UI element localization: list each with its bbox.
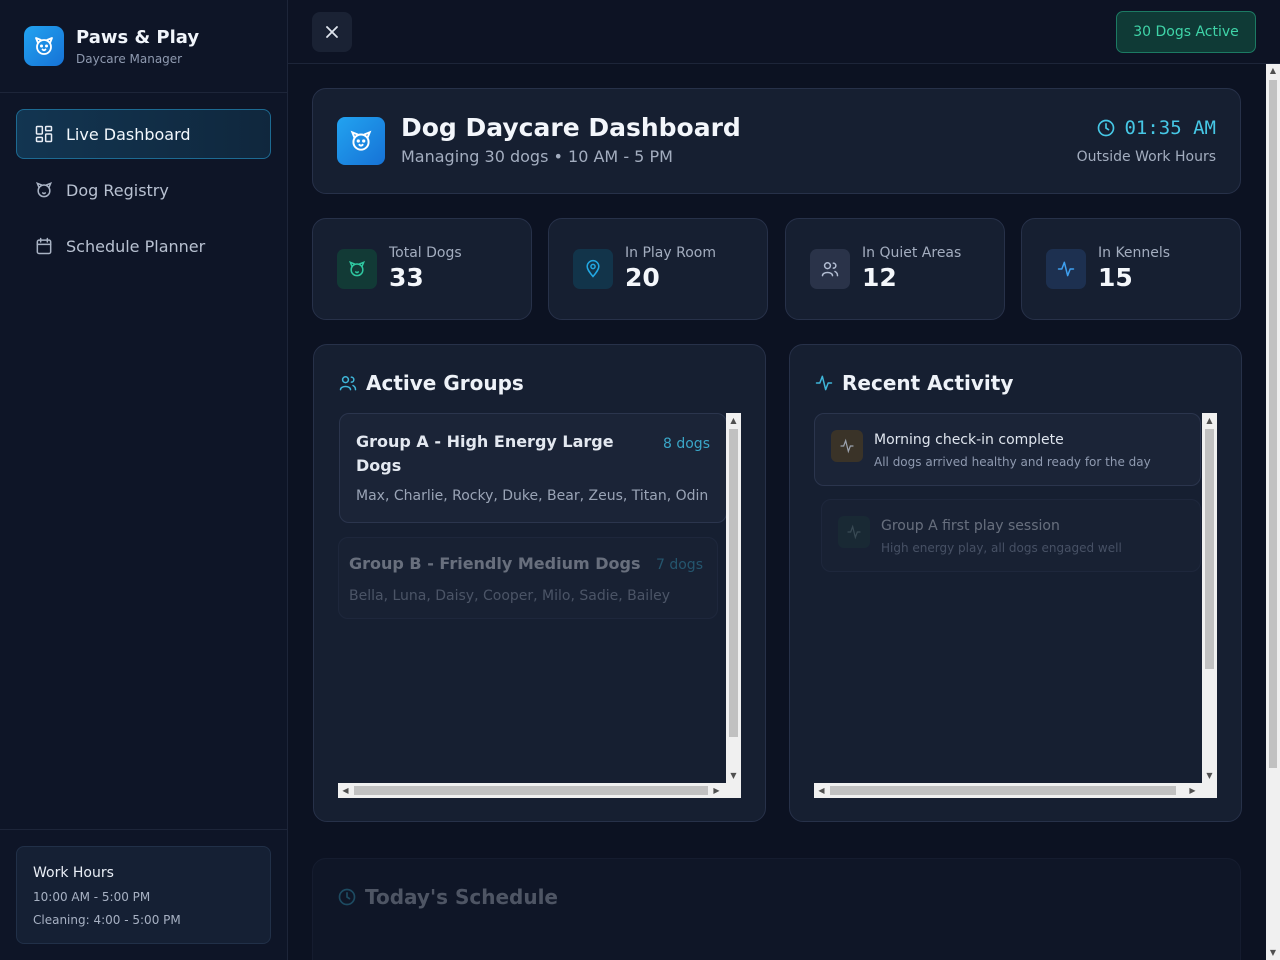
panel-title: Active Groups [366, 371, 524, 395]
scroll-right-arrow-icon[interactable]: ▶ [1185, 783, 1200, 798]
sidebar-item-label: Dog Registry [66, 180, 169, 200]
topbar: 30 Dogs Active [288, 0, 1280, 64]
calendar-icon [36, 237, 52, 255]
brand: Paws & Play Daycare Manager [0, 0, 287, 93]
vertical-scrollbar[interactable]: ▲ ▼ [726, 413, 741, 783]
scrollbar-thumb[interactable] [1205, 429, 1214, 669]
activity-item: Group A first play session High energy p… [821, 499, 1201, 572]
activity-icon [838, 516, 870, 548]
page-title: Dog Daycare Dashboard [401, 113, 741, 142]
activity-icon [815, 375, 833, 391]
scroll-up-arrow-icon[interactable]: ▲ [1266, 64, 1280, 78]
dog-icon [337, 249, 377, 289]
work-status: Outside Work Hours [1076, 149, 1216, 165]
close-button[interactable] [312, 12, 352, 52]
close-icon [326, 26, 338, 38]
activity-icon [1046, 249, 1086, 289]
dashboard-header-card: Dog Daycare Dashboard Managing 30 dogs •… [312, 88, 1241, 194]
stat-value: 20 [625, 263, 660, 292]
stat-play-room: In Play Room 20 [548, 218, 768, 320]
work-hours-title: Work Hours [33, 865, 114, 881]
page-subtitle: Managing 30 dogs • 10 AM - 5 PM [401, 147, 673, 166]
sidebar-item-label: Live Dashboard [66, 124, 191, 144]
sidebar-nav: Live Dashboard Dog Registry Schedule Pla… [0, 93, 287, 293]
activity-item: Morning check-in complete All dogs arriv… [814, 413, 1201, 486]
sidebar-item-schedule-planner[interactable]: Schedule Planner [16, 221, 271, 271]
group-name: Group B - Friendly Medium Dogs [349, 554, 641, 573]
scroll-up-arrow-icon[interactable]: ▲ [726, 413, 741, 428]
recent-activity-panel: Recent Activity Morning check-in complet… [789, 344, 1242, 822]
activity-title: Group A first play session [881, 518, 1060, 534]
dogs-active-badge: 30 Dogs Active [1116, 11, 1256, 53]
stat-value: 33 [389, 263, 424, 292]
cleaning-hours: Cleaning: 4:00 - 5:00 PM [33, 913, 181, 927]
activity-description: High energy play, all dogs engaged well [881, 541, 1122, 555]
clock-icon [338, 888, 356, 906]
brand-subtitle: Daycare Manager [76, 51, 183, 66]
vertical-scrollbar[interactable]: ▲ ▼ [1202, 413, 1217, 783]
group-card[interactable]: Group A - High Energy Large Dogs 8 dogs … [339, 413, 727, 523]
scrollbar-thumb[interactable] [354, 786, 708, 795]
group-dog-list: Max, Charlie, Rocky, Duke, Bear, Zeus, T… [356, 488, 709, 504]
dog-icon [35, 181, 53, 198]
stat-value: 12 [862, 263, 897, 292]
scroll-up-arrow-icon[interactable]: ▲ [1202, 413, 1217, 428]
dog-icon [337, 117, 385, 165]
stat-kennels: In Kennels 15 [1021, 218, 1241, 320]
scroll-left-arrow-icon[interactable]: ◀ [338, 783, 353, 798]
users-icon [810, 249, 850, 289]
activity-icon [831, 430, 863, 462]
clock-icon [1098, 119, 1115, 137]
work-hours-box: Work Hours 10:00 AM - 5:00 PM Cleaning: … [16, 846, 271, 944]
sidebar-item-live-dashboard[interactable]: Live Dashboard [16, 109, 271, 159]
page-scrollbar[interactable]: ▲ ▼ [1266, 64, 1280, 960]
stat-label: Total Dogs [389, 245, 462, 261]
clock-time: 01:35 AM [1124, 117, 1216, 139]
scroll-down-arrow-icon[interactable]: ▼ [1266, 946, 1280, 960]
panel-title: Recent Activity [842, 371, 1014, 395]
stat-total-dogs: Total Dogs 33 [312, 218, 532, 320]
horizontal-scrollbar[interactable]: ◀ ▶ [338, 783, 741, 798]
scroll-down-arrow-icon[interactable]: ▼ [1202, 768, 1217, 783]
activity-scroll-area[interactable]: Morning check-in complete All dogs arriv… [814, 413, 1217, 798]
scroll-down-arrow-icon[interactable]: ▼ [726, 768, 741, 783]
sidebar-divider [0, 829, 288, 830]
scrollbar-thumb[interactable] [729, 429, 738, 737]
active-groups-panel: Active Groups Group A - High Energy Larg… [313, 344, 766, 822]
horizontal-scrollbar[interactable]: ◀ ▶ [814, 783, 1217, 798]
clock: 01:35 AM Outside Work Hours [1077, 117, 1216, 165]
scroll-right-arrow-icon[interactable]: ▶ [709, 783, 724, 798]
activity-description: All dogs arrived healthy and ready for t… [874, 455, 1151, 469]
stat-label: In Play Room [625, 245, 716, 261]
sidebar: Paws & Play Daycare Manager Live Dashboa… [0, 0, 288, 960]
group-count: 7 dogs [656, 557, 703, 573]
stat-quiet-areas: In Quiet Areas 12 [785, 218, 1005, 320]
todays-schedule-card: Today's Schedule [312, 858, 1241, 960]
sidebar-item-dog-registry[interactable]: Dog Registry [16, 165, 271, 215]
users-icon [339, 376, 357, 391]
group-dog-list: Bella, Luna, Daisy, Cooper, Milo, Sadie,… [349, 588, 670, 604]
scrollbar-thumb[interactable] [830, 786, 1176, 795]
stat-label: In Kennels [1098, 245, 1171, 261]
dashboard-grid-icon [35, 125, 53, 143]
activity-title: Morning check-in complete [874, 432, 1064, 448]
dog-icon [24, 26, 64, 66]
map-pin-icon [573, 249, 613, 289]
main-content: Dog Daycare Dashboard Managing 30 dogs •… [288, 64, 1266, 960]
group-name: Group A - High Energy Large Dogs [356, 432, 614, 475]
brand-title: Paws & Play [76, 26, 200, 48]
stat-value: 15 [1098, 263, 1133, 292]
work-hours-range: 10:00 AM - 5:00 PM [33, 890, 151, 904]
scrollbar-thumb[interactable] [1269, 80, 1277, 768]
stat-label: In Quiet Areas [862, 245, 962, 261]
group-count: 8 dogs [663, 436, 710, 452]
groups-scroll-area[interactable]: Group A - High Energy Large Dogs 8 dogs … [338, 413, 741, 798]
schedule-title: Today's Schedule [365, 885, 558, 909]
sidebar-item-label: Schedule Planner [66, 236, 206, 256]
scroll-left-arrow-icon[interactable]: ◀ [814, 783, 829, 798]
group-card[interactable]: Group B - Friendly Medium Dogs 7 dogs Be… [338, 537, 718, 619]
